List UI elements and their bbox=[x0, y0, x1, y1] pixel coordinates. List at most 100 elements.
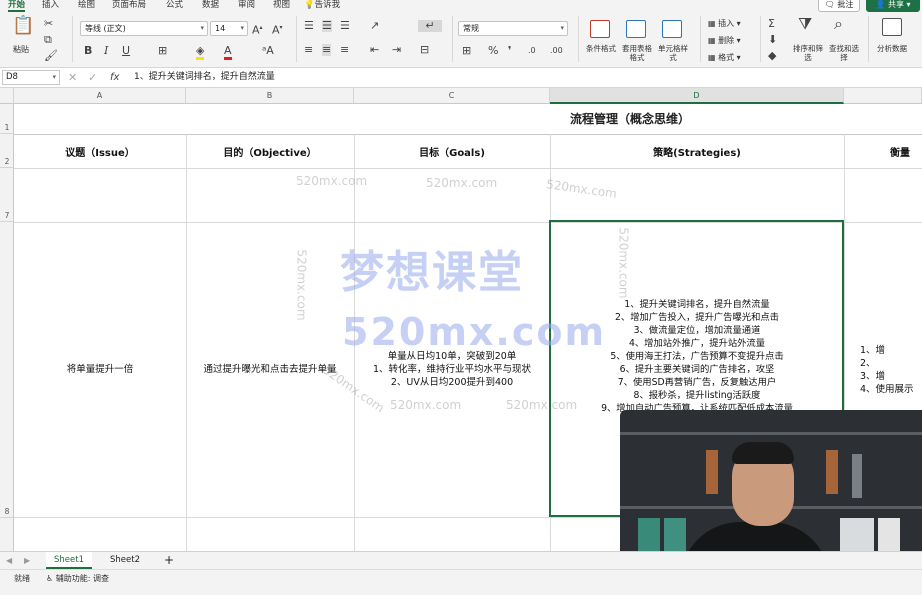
cell-a8[interactable]: 将单量提升一倍 bbox=[14, 222, 186, 517]
tab-review[interactable]: 审阅 bbox=[238, 0, 255, 10]
conditional-format-icon[interactable] bbox=[590, 20, 610, 38]
row-header-7[interactable]: 7 bbox=[0, 168, 14, 222]
header-objective[interactable]: 目的（Objective） bbox=[186, 134, 354, 168]
phonetic-icon[interactable]: ᵃA bbox=[262, 45, 274, 57]
format-painter-icon[interactable]: 🖌 bbox=[44, 50, 58, 62]
sheet-title[interactable]: 流程管理（概念思维） bbox=[550, 104, 710, 134]
add-sheet-button[interactable]: + bbox=[158, 552, 180, 569]
font-size-select[interactable]: 14 ▾ bbox=[210, 21, 248, 36]
name-box[interactable]: D8 ▾ bbox=[2, 70, 60, 85]
clipboard-icon[interactable]: 📋 bbox=[12, 17, 34, 35]
orientation-icon[interactable]: ↗ bbox=[370, 20, 379, 32]
increase-indent-icon[interactable]: ⇥ bbox=[392, 44, 401, 56]
tab-home[interactable]: 开始 bbox=[8, 0, 26, 12]
cell-style-label[interactable]: 单元格样式 bbox=[656, 44, 690, 62]
column-header-c[interactable]: C bbox=[354, 88, 550, 104]
header-strategies[interactable]: 策略(Strategies) bbox=[550, 134, 844, 168]
number-format-select[interactable]: 常规 ▾ bbox=[458, 21, 568, 36]
currency-icon[interactable]: ⊞ bbox=[462, 45, 471, 57]
cell-style-icon[interactable] bbox=[662, 20, 682, 38]
row-header-1[interactable]: 1 bbox=[0, 104, 14, 134]
align-top-icon[interactable]: ☰ bbox=[304, 20, 314, 32]
column-header-b[interactable]: B bbox=[186, 88, 354, 104]
tab-formulas[interactable]: 公式 bbox=[166, 0, 183, 10]
confirm-icon[interactable]: ✓ bbox=[88, 72, 97, 84]
share-button[interactable]: 👤 共享 ▾ bbox=[866, 0, 920, 12]
watermark-text: 520mx.com bbox=[426, 176, 498, 190]
tab-data[interactable]: 数据 bbox=[202, 0, 219, 10]
align-middle-icon[interactable]: ☰ bbox=[322, 20, 332, 32]
sort-filter-icon[interactable]: ⧩ bbox=[798, 16, 812, 32]
insert-cells-icon: ▦ bbox=[708, 19, 716, 28]
separator bbox=[700, 16, 701, 62]
increase-decimal-icon[interactable]: .0 bbox=[528, 45, 536, 57]
comma-icon[interactable]: ❜ bbox=[508, 45, 512, 57]
conditional-format-label[interactable]: 条件格式 bbox=[582, 44, 620, 53]
autosum-icon[interactable]: Σ bbox=[768, 18, 775, 30]
book-shape bbox=[826, 450, 838, 494]
bold-icon[interactable]: B bbox=[84, 45, 92, 57]
separator bbox=[578, 16, 579, 62]
italic-icon[interactable]: I bbox=[104, 45, 108, 57]
cut-icon[interactable]: ✂ bbox=[44, 18, 53, 30]
tab-view[interactable]: 视图 bbox=[273, 0, 290, 10]
row-header-8[interactable]: 8 bbox=[0, 222, 14, 518]
sheet-tab-sheet1[interactable]: Sheet1 bbox=[46, 552, 92, 569]
sort-filter-label[interactable]: 排序和筛选 bbox=[790, 44, 826, 62]
table-format-icon[interactable] bbox=[626, 20, 646, 38]
font-color-icon[interactable]: A bbox=[224, 45, 232, 60]
ribbon-tabs: 开始 插入 绘图 页面布局 公式 数据 审阅 视图 💡告诉我 🗨 批注 👤 共享… bbox=[0, 0, 922, 12]
column-header-e[interactable] bbox=[844, 88, 922, 104]
header-measure[interactable]: 衡量 bbox=[890, 134, 922, 168]
header-goals[interactable]: 目标（Goals) bbox=[354, 134, 550, 168]
row-header-2[interactable]: 2 bbox=[0, 134, 14, 168]
paste-label[interactable]: 粘贴 bbox=[13, 45, 29, 55]
increase-font-icon[interactable]: A▴ bbox=[252, 22, 263, 37]
fill-color-icon[interactable]: ◈ bbox=[196, 45, 205, 60]
clear-icon[interactable]: ◆ bbox=[768, 50, 776, 62]
watermark-text: 520mx.com bbox=[545, 177, 618, 201]
delete-button[interactable]: ▦ 删除 ▾ bbox=[708, 36, 741, 46]
next-sheet-icon[interactable]: ▶ bbox=[24, 555, 30, 567]
comment-button[interactable]: 🗨 批注 bbox=[818, 0, 860, 12]
prev-sheet-icon[interactable]: ◀ bbox=[6, 555, 12, 567]
accessibility-status[interactable]: ♿ 辅助功能: 调查 bbox=[46, 574, 109, 584]
tab-insert[interactable]: 插入 bbox=[42, 0, 59, 10]
separator bbox=[868, 16, 869, 62]
align-center-icon[interactable]: ≡ bbox=[322, 44, 332, 56]
decrease-decimal-icon[interactable]: .00 bbox=[550, 45, 563, 57]
align-bottom-icon[interactable]: ☰ bbox=[340, 20, 350, 32]
cancel-icon[interactable]: ✕ bbox=[68, 72, 77, 84]
align-right-icon[interactable]: ≡ bbox=[340, 44, 349, 56]
underline-icon[interactable]: U bbox=[122, 45, 130, 57]
analyze-data-label[interactable]: 分析数据 bbox=[874, 44, 910, 53]
copy-icon[interactable]: ⧉ bbox=[44, 34, 52, 46]
header-issue[interactable]: 议题（Issue） bbox=[14, 134, 186, 168]
tab-page-layout[interactable]: 页面布局 bbox=[112, 0, 146, 10]
analyze-data-icon[interactable] bbox=[882, 18, 902, 36]
decrease-indent-icon[interactable]: ⇤ bbox=[370, 44, 379, 56]
chevron-down-icon: ▾ bbox=[560, 24, 564, 32]
insert-button[interactable]: ▦ 插入 ▾ bbox=[708, 19, 741, 29]
tab-draw[interactable]: 绘图 bbox=[78, 0, 95, 10]
decrease-font-icon[interactable]: A▾ bbox=[272, 22, 283, 37]
percent-icon[interactable]: % bbox=[488, 45, 498, 57]
table-format-label[interactable]: 套用表格格式 bbox=[620, 44, 654, 62]
merge-center-icon[interactable]: ⊟ bbox=[420, 44, 429, 56]
font-name-select[interactable]: 等线 (正文) ▾ bbox=[80, 21, 208, 36]
find-select-label[interactable]: 查找和选择 bbox=[826, 44, 862, 62]
column-header-d[interactable]: D bbox=[550, 88, 844, 104]
tab-tell-me[interactable]: 💡告诉我 bbox=[304, 0, 340, 10]
fill-icon[interactable]: ⬇ bbox=[768, 34, 777, 46]
share-icon: 👤 bbox=[875, 0, 886, 9]
column-header-a[interactable]: A bbox=[14, 88, 186, 104]
borders-icon[interactable]: ⊞ bbox=[158, 45, 167, 57]
sheet-tab-sheet2[interactable]: Sheet2 bbox=[102, 552, 148, 569]
wrap-text-icon[interactable]: ↵ bbox=[418, 20, 442, 32]
select-all-corner[interactable] bbox=[0, 88, 14, 104]
formula-input[interactable]: 1、提升关键词排名，提升自然流量 bbox=[134, 71, 275, 84]
function-icon[interactable]: fx bbox=[110, 72, 119, 84]
format-button[interactable]: ▦ 格式 ▾ bbox=[708, 53, 741, 63]
find-select-icon[interactable]: ⌕ bbox=[834, 16, 843, 32]
align-left-icon[interactable]: ≡ bbox=[304, 44, 313, 56]
